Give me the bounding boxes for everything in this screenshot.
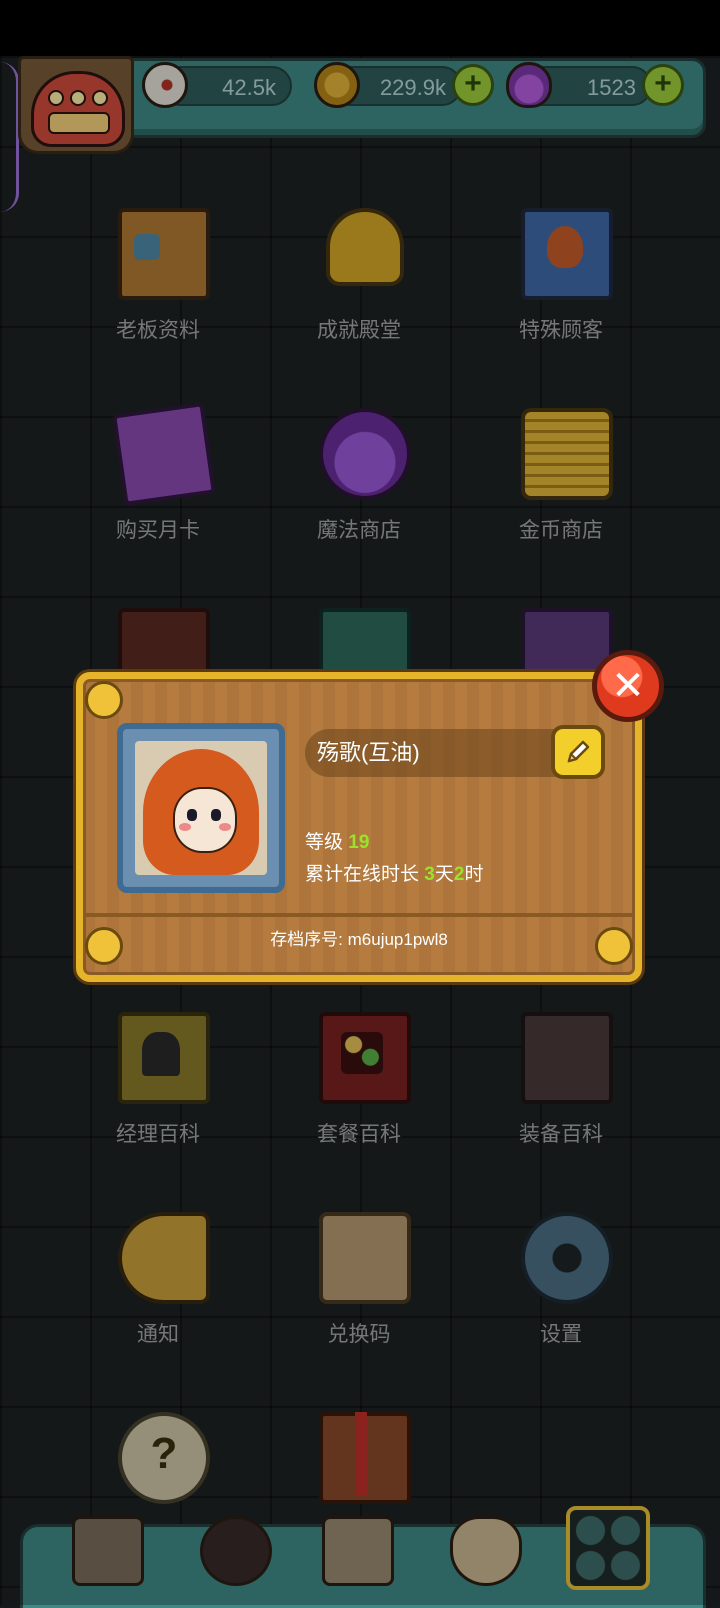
magic-potion-icon — [319, 408, 411, 500]
menu-label: 魔法商店 — [317, 519, 401, 542]
player-avatar-button[interactable] — [18, 56, 134, 154]
edit-name-button[interactable] — [551, 725, 605, 779]
online-time-label: 累计在线时长 — [305, 864, 420, 885]
menu-manager-encyclopedia[interactable]: 经理百科 — [83, 1012, 233, 1172]
menu-special-customers[interactable]: 特殊顾客 — [486, 208, 636, 368]
hours-unit: 时 — [464, 864, 484, 885]
divider — [83, 913, 635, 917]
menu-redeem-code[interactable]: 兑换码 — [284, 1212, 434, 1372]
online-days: 3 — [424, 864, 435, 885]
gift-icon — [319, 1412, 411, 1504]
save-id: 存档序号: m6ujup1pwl8 — [270, 930, 448, 949]
online-hours: 2 — [453, 864, 465, 885]
profile-dialog: 殇歌(互油) 等级 19 累计在线时长 3天2时 存档序号: m6ujup1pw… — [76, 672, 642, 982]
menu-label: 套餐百科 — [317, 1123, 401, 1146]
gear-icon — [521, 1212, 613, 1304]
potion-icon — [506, 62, 552, 108]
menu-settings[interactable]: 设置 — [486, 1212, 636, 1372]
player-portrait — [135, 741, 267, 875]
special-customer-portrait-icon — [521, 208, 613, 300]
level-line: 等级 19 — [305, 827, 369, 854]
menu-label: 装备百科 — [519, 1123, 603, 1146]
grid-menu-icon[interactable] — [566, 1506, 650, 1590]
menu-label: 老板资料 — [116, 319, 200, 342]
menu-label: 购买月卡 — [116, 519, 200, 542]
status-bar — [0, 0, 720, 56]
monthly-card-icon — [112, 402, 216, 506]
menu-boss-profile[interactable]: 老板资料 — [83, 208, 233, 368]
menu-label: 特殊顾客 — [519, 319, 603, 342]
level-label: 等级 — [305, 832, 344, 853]
eye-count: 42.5k — [222, 75, 276, 100]
menu-achievement-hall[interactable]: 成就殿堂 — [284, 208, 434, 368]
menu-monthly-card[interactable]: 购买月卡 — [83, 402, 233, 568]
menu-label: 经理百科 — [116, 1123, 200, 1146]
boss-profile-card-icon — [118, 208, 210, 300]
help-icon: ? — [118, 1412, 210, 1504]
days-unit: 天 — [434, 864, 454, 885]
menu-gift[interactable] — [284, 1412, 434, 1512]
online-time-line: 累计在线时长 3天2时 — [305, 859, 483, 886]
close-icon: ✕ — [611, 664, 645, 708]
add-coins-button[interactable]: + — [452, 64, 494, 106]
meal-book-icon — [319, 1012, 411, 1104]
book-icon[interactable] — [322, 1516, 394, 1586]
player-portrait-frame — [117, 723, 285, 893]
scroll-icon — [319, 1212, 411, 1304]
monster-icon[interactable] — [200, 1516, 272, 1586]
menu-label: 设置 — [540, 1323, 582, 1346]
coin-bag-icon[interactable] — [450, 1516, 522, 1586]
potion-count: 1523 — [587, 75, 636, 100]
horn-icon — [118, 1212, 210, 1304]
coin-icon — [314, 62, 360, 108]
corner-ornament — [85, 681, 123, 719]
portrait-cheek — [179, 823, 191, 831]
equipment-book-icon — [521, 1012, 613, 1104]
close-dialog-button[interactable]: ✕ — [592, 650, 664, 722]
shop-icon[interactable] — [72, 1516, 144, 1586]
add-potions-button[interactable]: + — [642, 64, 684, 106]
player-name: 殇歌(互油) — [317, 740, 420, 765]
menu-label: 通知 — [137, 1323, 179, 1346]
side-panel-edge[interactable] — [0, 62, 19, 212]
monster-mouth — [48, 112, 110, 134]
portrait-face — [173, 787, 237, 853]
trophy-icon — [326, 208, 404, 286]
eyeball-icon — [142, 62, 188, 108]
portrait-eye — [211, 809, 221, 821]
manager-book-icon — [118, 1012, 210, 1104]
menu-label: 兑换码 — [327, 1323, 391, 1346]
menu-gold-shop[interactable]: 金币商店 — [486, 408, 636, 568]
pencil-icon — [567, 740, 590, 763]
menu-meal-encyclopedia[interactable]: 套餐百科 — [284, 1012, 434, 1172]
portrait-eye — [187, 809, 197, 821]
monster-avatar-icon — [31, 71, 125, 147]
menu-equipment-encyclopedia[interactable]: 装备百科 — [486, 1012, 636, 1172]
menu-magic-shop[interactable]: 魔法商店 — [284, 408, 434, 568]
level-value: 19 — [348, 832, 370, 853]
portrait-cheek — [219, 823, 231, 831]
monster-eye — [92, 90, 108, 106]
coin-count: 229.9k — [379, 75, 446, 100]
gold-coins-icon — [521, 408, 613, 500]
menu-notifications[interactable]: 通知 — [83, 1212, 233, 1372]
monster-eye — [48, 90, 64, 106]
menu-label: 金币商店 — [519, 519, 603, 542]
menu-help[interactable]: ? — [83, 1412, 233, 1512]
monster-eye — [70, 90, 86, 106]
menu-label: 成就殿堂 — [317, 319, 401, 342]
